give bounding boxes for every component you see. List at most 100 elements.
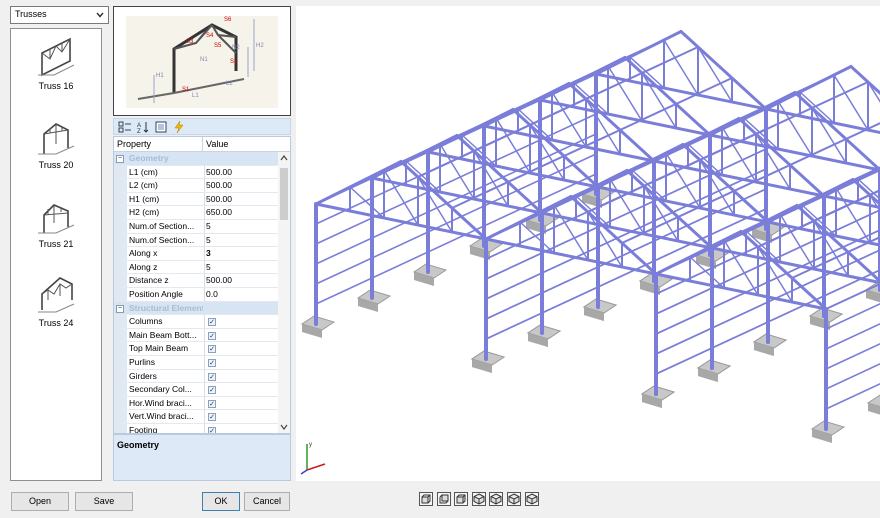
row-gutter [114, 342, 127, 355]
view-iso2-icon[interactable] [489, 492, 503, 506]
checkbox[interactable]: ✓ [208, 345, 216, 354]
truss-library-item[interactable]: Truss 21 [11, 189, 101, 264]
property-checkbox-cell[interactable]: ✓ [204, 396, 278, 410]
property-row[interactable]: Purlins ✓ [114, 355, 278, 370]
row-gutter [114, 192, 127, 206]
events-icon[interactable] [172, 120, 186, 134]
checkbox[interactable]: ✓ [208, 399, 216, 408]
open-button[interactable]: Open [11, 492, 69, 511]
property-name: Geometry [129, 153, 169, 163]
property-row[interactable]: Vert.Wind braci... ✓ [114, 410, 278, 424]
property-value[interactable]: 5 [204, 219, 278, 233]
collapse-toggle-icon[interactable]: − [116, 155, 124, 163]
truss-library-list[interactable]: Truss 16 Truss 20 Truss 21 Truss 24 [10, 28, 102, 481]
property-row[interactable]: Along z 5 [114, 260, 278, 275]
property-row[interactable]: Girders ✓ [114, 369, 278, 384]
property-name: Along x [129, 248, 158, 259]
checkbox[interactable]: ✓ [208, 386, 216, 395]
property-value[interactable]: 0.0 [204, 287, 278, 301]
category-dropdown[interactable]: Trusses [10, 6, 109, 24]
property-row[interactable]: Distance z 500.00 [114, 274, 278, 288]
property-checkbox-cell[interactable]: ✓ [204, 410, 278, 423]
property-value[interactable]: 500.00 [204, 165, 278, 179]
property-row[interactable]: Secondary Col... ✓ [114, 383, 278, 397]
preview-label: S3 [186, 39, 194, 45]
property-name: H2 (cm) [129, 207, 160, 218]
property-grid[interactable]: Property Value − Geometry L1 (cm) 500.00 L2 … [113, 136, 291, 434]
property-name: Top Main Beam [129, 343, 189, 354]
ok-button[interactable]: OK [202, 492, 240, 511]
property-name: Hor.Wind braci... [129, 397, 192, 408]
collapse-toggle-icon[interactable]: − [116, 304, 124, 313]
property-row[interactable]: H2 (cm) 650.00 [114, 206, 278, 220]
property-value[interactable]: 500.00 [204, 192, 278, 206]
row-gutter [114, 355, 127, 369]
property-value[interactable]: 5 [204, 260, 278, 274]
scroll-down-icon[interactable] [280, 423, 288, 431]
property-value[interactable]: 3 [204, 247, 278, 260]
property-checkbox-cell[interactable]: ✓ [204, 369, 278, 383]
property-value[interactable]: 5 [204, 233, 278, 247]
scroll-up-icon[interactable] [280, 154, 288, 162]
property-row[interactable]: Main Beam Bott... ✓ [114, 328, 278, 343]
property-checkbox-cell[interactable]: ✓ [204, 328, 278, 342]
top-main-beam [795, 204, 880, 284]
structure-3d-viewport[interactable]: y [296, 6, 880, 481]
property-category-row[interactable]: − Structural Elements [114, 301, 278, 316]
categorized-icon[interactable] [118, 120, 132, 134]
property-row[interactable]: Footing ✓ [114, 423, 278, 433]
property-row[interactable]: Top Main Beam ✓ [114, 342, 278, 356]
property-value[interactable]: 500.00 [204, 179, 278, 192]
cancel-button[interactable]: Cancel [244, 492, 290, 511]
sort-alpha-icon[interactable]: AZ [136, 120, 150, 134]
property-row[interactable]: Hor.Wind braci... ✓ [114, 396, 278, 411]
truss-library-label: Truss 24 [38, 318, 74, 328]
checkbox[interactable]: ✓ [208, 426, 216, 433]
property-checkbox-cell[interactable]: ✓ [204, 423, 278, 433]
checkbox[interactable]: ✓ [208, 358, 216, 367]
property-row[interactable]: Along x 3 [114, 247, 278, 261]
preview-label: L2 [226, 81, 233, 87]
property-row[interactable]: L2 (cm) 500.00 [114, 179, 278, 193]
property-category-row[interactable]: − Geometry [114, 152, 278, 166]
truss-library-item[interactable]: Truss 24 [11, 268, 101, 343]
property-row[interactable]: Position Angle 0.0 [114, 287, 278, 302]
preview-label: S5 [214, 43, 222, 49]
checkbox[interactable]: ✓ [208, 331, 216, 340]
checkbox[interactable]: ✓ [208, 318, 216, 327]
property-name: Structural Elements [129, 302, 203, 313]
view-back-icon[interactable] [437, 492, 451, 506]
row-gutter [114, 287, 127, 301]
property-value[interactable]: 500.00 [204, 274, 278, 287]
property-checkbox-cell[interactable]: ✓ [204, 342, 278, 355]
property-checkbox-cell[interactable]: ✓ [204, 355, 278, 369]
property-grid-scrollbar[interactable] [278, 152, 290, 433]
property-row[interactable]: Num.of Section... 5 [114, 233, 278, 248]
truss-diagonal [607, 65, 643, 122]
truss-library-item[interactable]: Truss 16 [11, 31, 101, 106]
truss-library-item[interactable]: Truss 20 [11, 110, 101, 185]
property-row[interactable]: H1 (cm) 500.00 [114, 192, 278, 207]
property-row[interactable]: Columns ✓ [114, 315, 278, 329]
property-value[interactable]: 650.00 [204, 206, 278, 219]
view-iso4-icon[interactable] [525, 492, 539, 506]
property-pages-icon[interactable] [154, 120, 168, 134]
row-gutter [114, 315, 127, 328]
property-row[interactable]: L1 (cm) 500.00 [114, 165, 278, 180]
checkbox[interactable]: ✓ [208, 413, 216, 422]
view-front-icon[interactable] [419, 492, 433, 506]
view-iso3-icon[interactable] [507, 492, 521, 506]
view-iso1-icon[interactable] [472, 492, 486, 506]
property-checkbox-cell[interactable]: ✓ [204, 383, 278, 396]
property-name: Position Angle [129, 288, 183, 299]
view-side-icon[interactable] [454, 492, 468, 506]
checkbox[interactable]: ✓ [208, 372, 216, 381]
girder [825, 303, 880, 330]
axis-triad-icon: y [300, 442, 326, 475]
scrollbar-thumb[interactable] [280, 168, 288, 220]
row-gutter [114, 423, 127, 433]
save-button[interactable]: Save [75, 492, 133, 511]
property-checkbox-cell[interactable]: ✓ [204, 315, 278, 328]
property-row[interactable]: Num.of Section... 5 [114, 219, 278, 234]
row-gutter [114, 247, 127, 260]
